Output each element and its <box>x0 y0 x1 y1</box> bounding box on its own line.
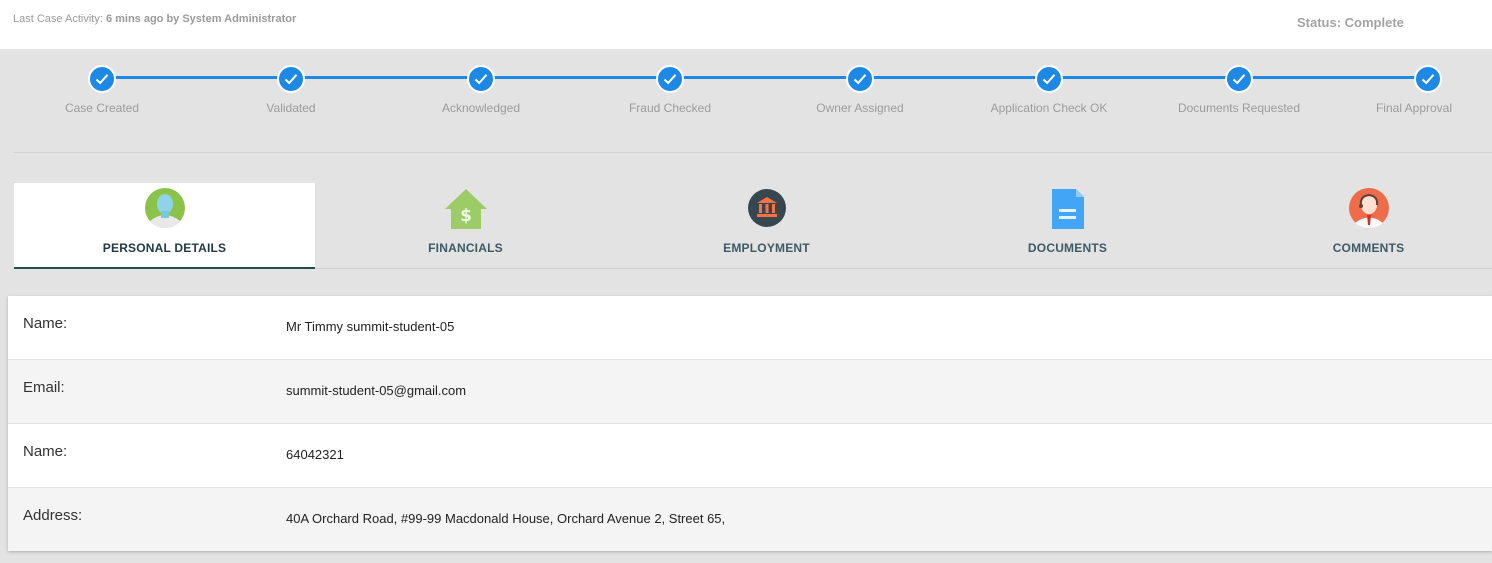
field-value: 64042321 <box>286 447 344 462</box>
case-header: Last Case Activity: 6 mins ago by System… <box>0 0 1492 49</box>
tab-employment[interactable]: EMPLOYMENT <box>616 183 917 269</box>
bank-building-icon <box>748 189 786 227</box>
step-label: Validated <box>266 101 316 115</box>
personal-details-panel: Name: Mr Timmy summit-student-05 Email: … <box>8 296 1492 551</box>
tab-documents[interactable]: DOCUMENTS <box>917 183 1218 269</box>
tab-label: DOCUMENTS <box>1027 241 1108 255</box>
tab-label: COMMENTS <box>1332 241 1405 255</box>
step-validated: Validated <box>201 65 381 115</box>
tab-label: FINANCIALS <box>428 241 503 255</box>
check-icon <box>88 65 116 93</box>
step-owner-assigned: Owner Assigned <box>770 65 950 115</box>
support-agent-icon <box>1349 188 1389 228</box>
check-icon <box>846 65 874 93</box>
check-icon <box>467 65 495 93</box>
step-label: Acknowledged <box>441 101 521 115</box>
tab-label: PERSONAL DETAILS <box>102 241 227 255</box>
step-label: Owner Assigned <box>816 101 904 115</box>
field-label: Name: <box>23 443 68 460</box>
field-value: Mr Timmy summit-student-05 <box>286 319 455 334</box>
detail-row-name: Name: Mr Timmy summit-student-05 <box>8 296 1492 360</box>
step-acknowledged: Acknowledged <box>391 65 571 115</box>
tab-comments[interactable]: COMMENTS <box>1218 183 1492 269</box>
field-label: Name: <box>23 315 68 332</box>
check-icon <box>1225 65 1253 93</box>
check-icon <box>1035 65 1063 93</box>
detail-row-phone: Name: 64042321 <box>8 424 1492 488</box>
svg-text:$: $ <box>460 206 472 226</box>
step-label: Final Approval <box>1375 101 1453 115</box>
person-avatar-icon <box>145 188 185 228</box>
step-application-check-ok: Application Check OK <box>959 65 1139 115</box>
step-label: Application Check OK <box>990 101 1108 115</box>
case-tabs: PERSONAL DETAILS $ FINANCIALS EMPLOYMENT… <box>14 183 1492 269</box>
tab-personal-details[interactable]: PERSONAL DETAILS <box>14 183 315 269</box>
tab-label: EMPLOYMENT <box>723 241 810 255</box>
activity-prefix: Last Case Activity: <box>13 13 103 25</box>
tab-financials[interactable]: $ FINANCIALS <box>315 183 616 269</box>
field-value: summit-student-05@gmail.com <box>286 383 467 398</box>
step-fraud-checked: Fraud Checked <box>580 65 760 115</box>
case-progress-tracker: Case Created Validated Acknowledged Frau… <box>0 49 1492 153</box>
step-label: Case Created <box>64 101 140 115</box>
field-value: 40A Orchard Road, #99-99 Macdonald House… <box>286 511 726 526</box>
step-documents-requested: Documents Requested <box>1149 65 1329 115</box>
last-case-activity: Last Case Activity: 6 mins ago by System… <box>13 13 296 25</box>
field-label: Address: <box>23 507 83 524</box>
check-icon <box>656 65 684 93</box>
case-status: Status: Complete <box>1297 15 1404 30</box>
step-label: Fraud Checked <box>628 101 712 115</box>
step-case-created: Case Created <box>12 65 192 115</box>
step-final-approval: Final Approval <box>1338 65 1492 115</box>
field-label: Email: <box>23 379 65 396</box>
check-icon <box>1414 65 1442 93</box>
detail-row-address: Address: 40A Orchard Road, #99-99 Macdon… <box>8 488 1492 551</box>
document-icon <box>1052 189 1084 229</box>
house-dollar-icon: $ <box>445 189 487 229</box>
check-icon <box>277 65 305 93</box>
detail-row-email: Email: summit-student-05@gmail.com <box>8 360 1492 424</box>
section-divider <box>13 152 1492 153</box>
activity-detail: 6 mins ago by System Administrator <box>105 13 297 25</box>
step-label: Documents Requested <box>1177 101 1301 115</box>
